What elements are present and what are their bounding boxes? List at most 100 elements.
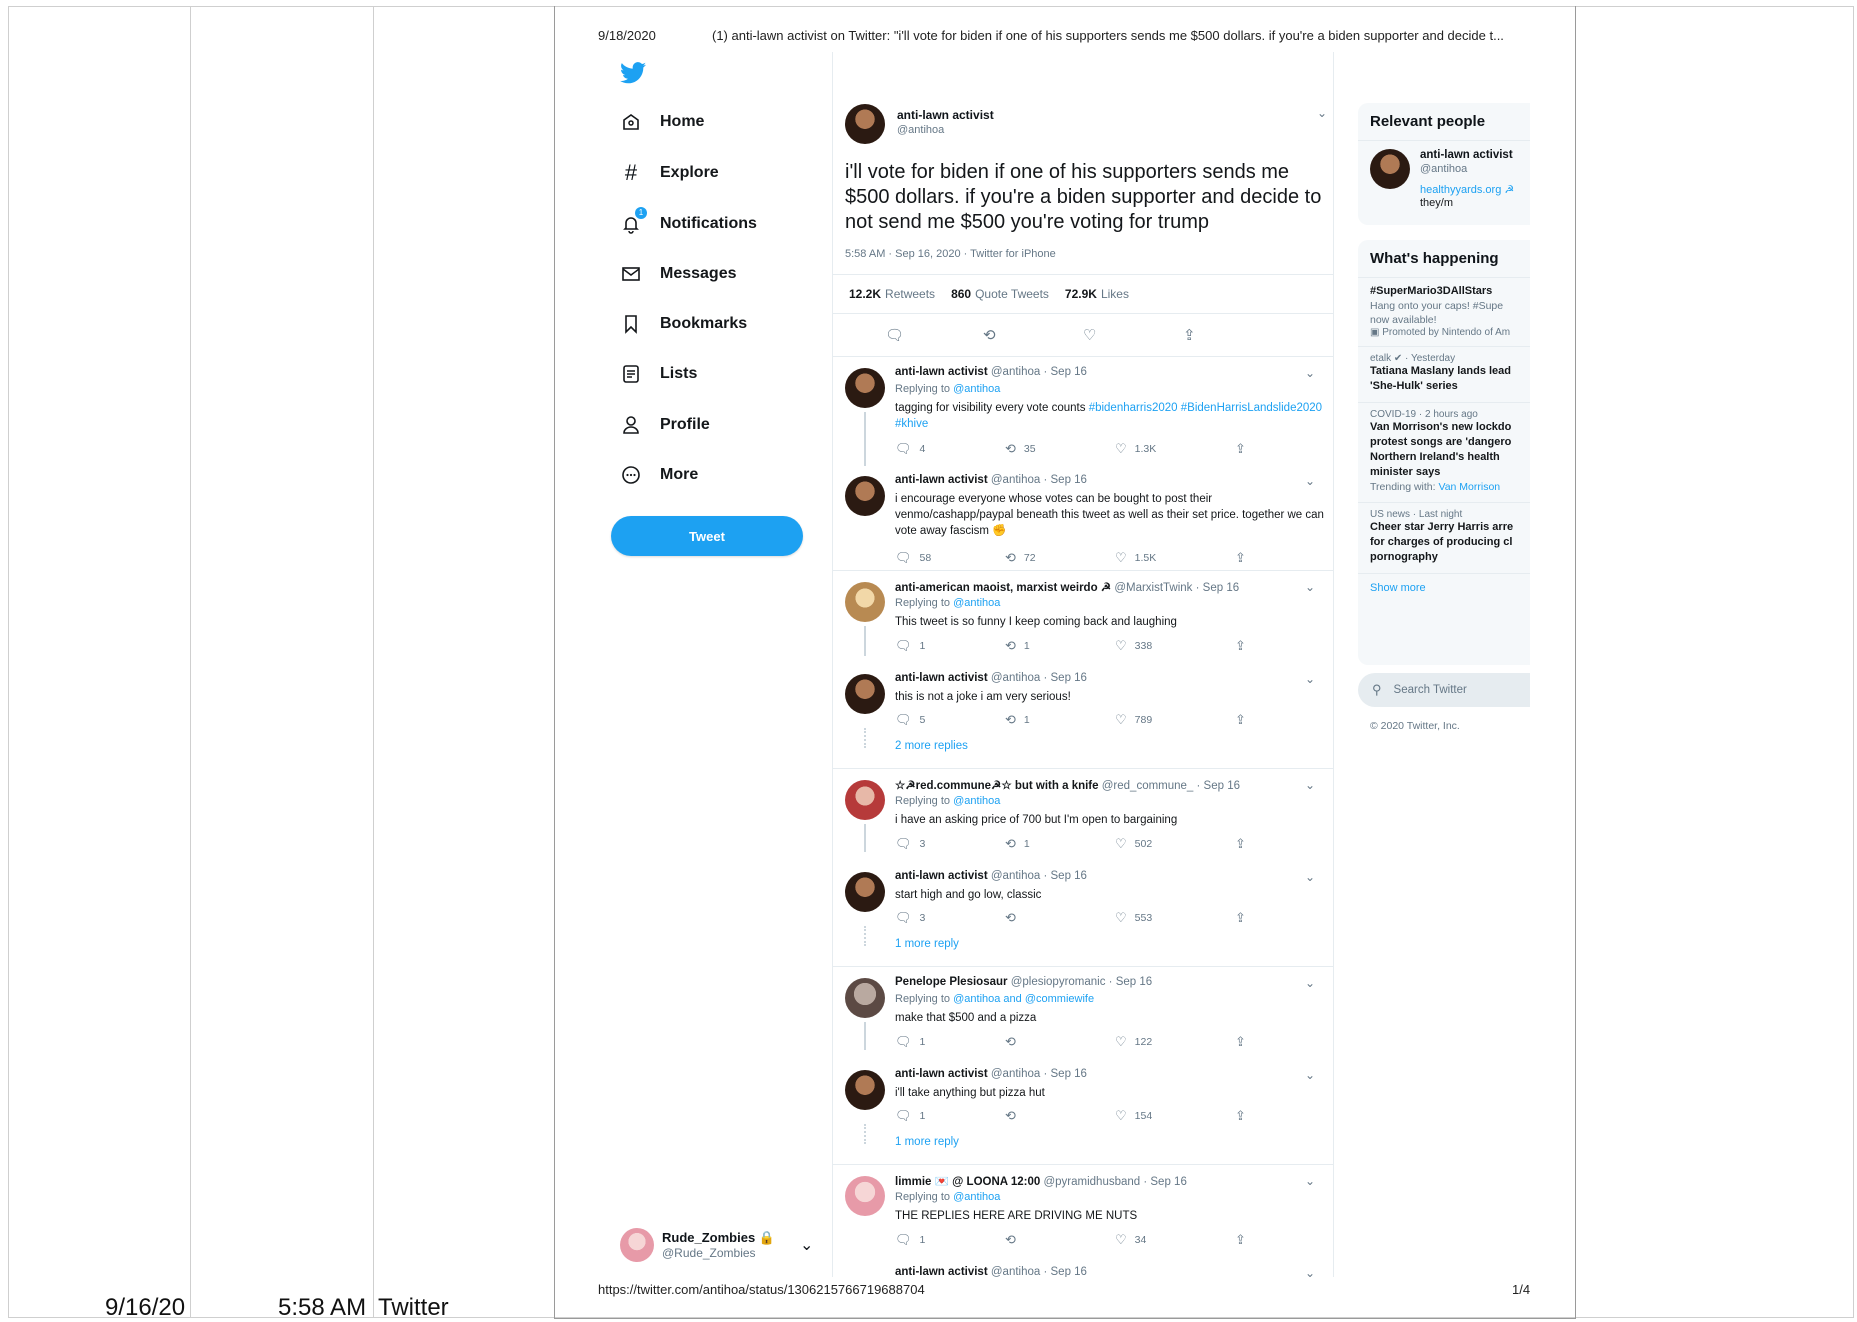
nav-explore[interactable]: # Explore xyxy=(620,158,719,188)
retweet-button[interactable]: ⟲ xyxy=(1005,1232,1024,1248)
tweet-button[interactable]: Tweet xyxy=(611,516,803,556)
share-button[interactable]: ⇪ xyxy=(1235,550,1254,566)
relevant-person-card[interactable]: anti-lawn activist @antihoa healthyyards… xyxy=(1358,141,1530,217)
reply-tweet[interactable]: anti-lawn activist @antihoa · Sep 16 ⌄ R… xyxy=(833,366,1333,466)
chevron-down-icon[interactable]: ⌄ xyxy=(1305,672,1315,686)
reply-button[interactable]: 🗨 1 xyxy=(895,638,925,654)
chevron-down-icon[interactable]: ⌄ xyxy=(800,1235,813,1255)
like-button[interactable]: ♡ 1.3K xyxy=(1115,441,1156,457)
author-handle[interactable]: @antihoa xyxy=(897,124,944,136)
reply-author[interactable]: anti-lawn activist xyxy=(895,672,988,684)
avatar[interactable] xyxy=(845,674,885,714)
like-button[interactable]: ♡ 789 xyxy=(1115,712,1152,728)
nav-notifications[interactable]: 1 Notifications xyxy=(620,207,757,239)
trend-item[interactable]: US news · Last night Cheer star Jerry Ha… xyxy=(1358,503,1530,574)
avatar[interactable] xyxy=(845,476,885,516)
retweet-button[interactable]: ⟲ xyxy=(1005,1108,1024,1124)
reply-author[interactable]: anti-lawn activist xyxy=(895,1068,988,1080)
reply-tweet[interactable]: anti-lawn activist @antihoa · Sep 16 ⌄ xyxy=(833,1266,1333,1277)
reply-author[interactable]: ☆☭red.commune☭☆ but with a knife xyxy=(895,780,1099,792)
share-button[interactable]: ⇪ xyxy=(1235,712,1254,728)
reply-button[interactable]: 🗨 1 xyxy=(895,1034,925,1050)
retweet-button[interactable]: ⟲ 35 xyxy=(1005,441,1036,457)
retweet-icon[interactable]: ⟲ xyxy=(983,326,996,344)
reply-button[interactable]: 🗨 4 xyxy=(895,441,925,457)
replying-to-link[interactable]: @antihoa and @commiewife xyxy=(953,993,1094,1005)
chevron-down-icon[interactable]: ⌄ xyxy=(1317,106,1327,120)
reply-tweet[interactable]: ☆☭red.commune☭☆ but with a knife @red_co… xyxy=(833,778,1333,852)
chevron-down-icon[interactable]: ⌄ xyxy=(1305,580,1315,594)
avatar[interactable] xyxy=(845,872,885,912)
retweet-count-link[interactable]: 12.2K Retweets xyxy=(849,287,935,301)
reply-tweet[interactable]: anti-lawn activist @antihoa · Sep 16 ⌄ s… xyxy=(833,870,1333,970)
avatar[interactable] xyxy=(845,104,885,144)
retweet-button[interactable]: ⟲ xyxy=(1005,910,1024,926)
author-name[interactable]: anti-lawn activist xyxy=(897,108,994,122)
quote-count-link[interactable]: 860 Quote Tweets xyxy=(951,287,1049,301)
reply-author[interactable]: anti-lawn activist xyxy=(895,1266,988,1277)
share-button[interactable]: ⇪ xyxy=(1235,910,1254,926)
reply-tweet[interactable]: anti-lawn activist @antihoa · Sep 16 ⌄ i… xyxy=(833,474,1333,574)
reply-button[interactable]: 🗨 1 xyxy=(895,1232,925,1248)
person-name[interactable]: anti-lawn activist xyxy=(1420,149,1513,161)
trend-item[interactable]: #SuperMario3DAllStars Hang onto your cap… xyxy=(1358,278,1530,347)
like-button[interactable]: ♡ 122 xyxy=(1115,1034,1152,1050)
reply-author[interactable]: limmie 💌 @ LOONA 12:00 xyxy=(895,1176,1040,1188)
share-button[interactable]: ⇪ xyxy=(1235,1232,1254,1248)
share-button[interactable]: ⇪ xyxy=(1235,638,1254,654)
tweet-timestamp[interactable]: 5:58 AM · Sep 16, 2020 · Twitter for iPh… xyxy=(845,248,1056,260)
chevron-down-icon[interactable]: ⌄ xyxy=(1305,474,1315,488)
nav-profile[interactable]: Profile xyxy=(620,410,710,440)
retweet-button[interactable]: ⟲ 1 xyxy=(1005,712,1030,728)
reply-button[interactable]: 🗨 3 xyxy=(895,910,925,926)
reply-author[interactable]: anti-american maoist, marxist weirdo ☭ xyxy=(895,582,1111,594)
show-more-link[interactable]: Show more xyxy=(1358,574,1530,602)
replying-to-link[interactable]: @antihoa xyxy=(953,1191,1000,1203)
replying-to-link[interactable]: @antihoa xyxy=(953,597,1000,609)
like-button[interactable]: ♡ 154 xyxy=(1115,1108,1152,1124)
avatar[interactable] xyxy=(845,1176,885,1216)
nav-messages[interactable]: Messages xyxy=(620,259,737,289)
reply-author[interactable]: anti-lawn activist xyxy=(895,870,988,882)
replying-to-link[interactable]: @antihoa xyxy=(953,383,1000,395)
chevron-down-icon[interactable]: ⌄ xyxy=(1305,870,1315,884)
share-button[interactable]: ⇪ xyxy=(1235,1034,1254,1050)
search-input[interactable]: ⚲ Search Twitter xyxy=(1358,673,1530,707)
trend-item[interactable]: etalk ✔ · Yesterday Tatiana Maslany land… xyxy=(1358,347,1530,403)
reply-button[interactable]: 🗨 58 xyxy=(895,550,931,566)
nav-home[interactable]: Home xyxy=(620,107,704,137)
reply-tweet[interactable]: anti-american maoist, marxist weirdo ☭ @… xyxy=(833,580,1333,656)
nav-lists[interactable]: Lists xyxy=(620,359,697,389)
like-button[interactable]: ♡ 1.5K xyxy=(1115,550,1156,566)
reply-button[interactable]: 🗨 5 xyxy=(895,712,925,728)
chevron-down-icon[interactable]: ⌄ xyxy=(1305,366,1315,380)
reply-button[interactable]: 🗨 3 xyxy=(895,836,925,852)
avatar[interactable] xyxy=(845,582,885,622)
account-switcher[interactable]: Rude_Zombies 🔒 @Rude_Zombies ⌄ xyxy=(620,1225,820,1265)
show-more-replies-link[interactable]: 2 more replies xyxy=(895,740,968,752)
reply-tweet[interactable]: anti-lawn activist @antihoa · Sep 16 ⌄ i… xyxy=(833,1068,1333,1168)
like-button[interactable]: ♡ 553 xyxy=(1115,910,1152,926)
trend-item[interactable]: COVID-19 · 2 hours ago Van Morrison's ne… xyxy=(1358,403,1530,503)
chevron-down-icon[interactable]: ⌄ xyxy=(1305,1068,1315,1082)
retweet-button[interactable]: ⟲ 72 xyxy=(1005,550,1036,566)
chevron-down-icon[interactable]: ⌄ xyxy=(1305,1174,1315,1188)
share-icon[interactable]: ⇪ xyxy=(1183,326,1196,344)
avatar[interactable] xyxy=(845,1070,885,1110)
avatar[interactable] xyxy=(845,780,885,820)
reply-tweet[interactable]: limmie 💌 @ LOONA 12:00 @pyramidhusband ·… xyxy=(833,1174,1333,1248)
avatar[interactable] xyxy=(1370,149,1410,189)
reply-tweet[interactable]: anti-lawn activist @antihoa · Sep 16 ⌄ t… xyxy=(833,672,1333,772)
avatar[interactable] xyxy=(845,978,885,1018)
reply-button[interactable]: 🗨 1 xyxy=(895,1108,925,1124)
show-more-replies-link[interactable]: 1 more reply xyxy=(895,938,959,950)
share-button[interactable]: ⇪ xyxy=(1235,836,1254,852)
chevron-down-icon[interactable]: ⌄ xyxy=(1305,976,1315,990)
share-button[interactable]: ⇪ xyxy=(1235,1108,1254,1124)
like-icon[interactable]: ♡ xyxy=(1083,326,1096,344)
share-button[interactable]: ⇪ xyxy=(1235,441,1254,457)
show-more-replies-link[interactable]: 1 more reply xyxy=(895,1136,959,1148)
trending-with-link[interactable]: Van Morrison xyxy=(1438,481,1500,493)
replying-to-link[interactable]: @antihoa xyxy=(953,795,1000,807)
reply-icon[interactable]: 🗨 xyxy=(885,326,904,344)
